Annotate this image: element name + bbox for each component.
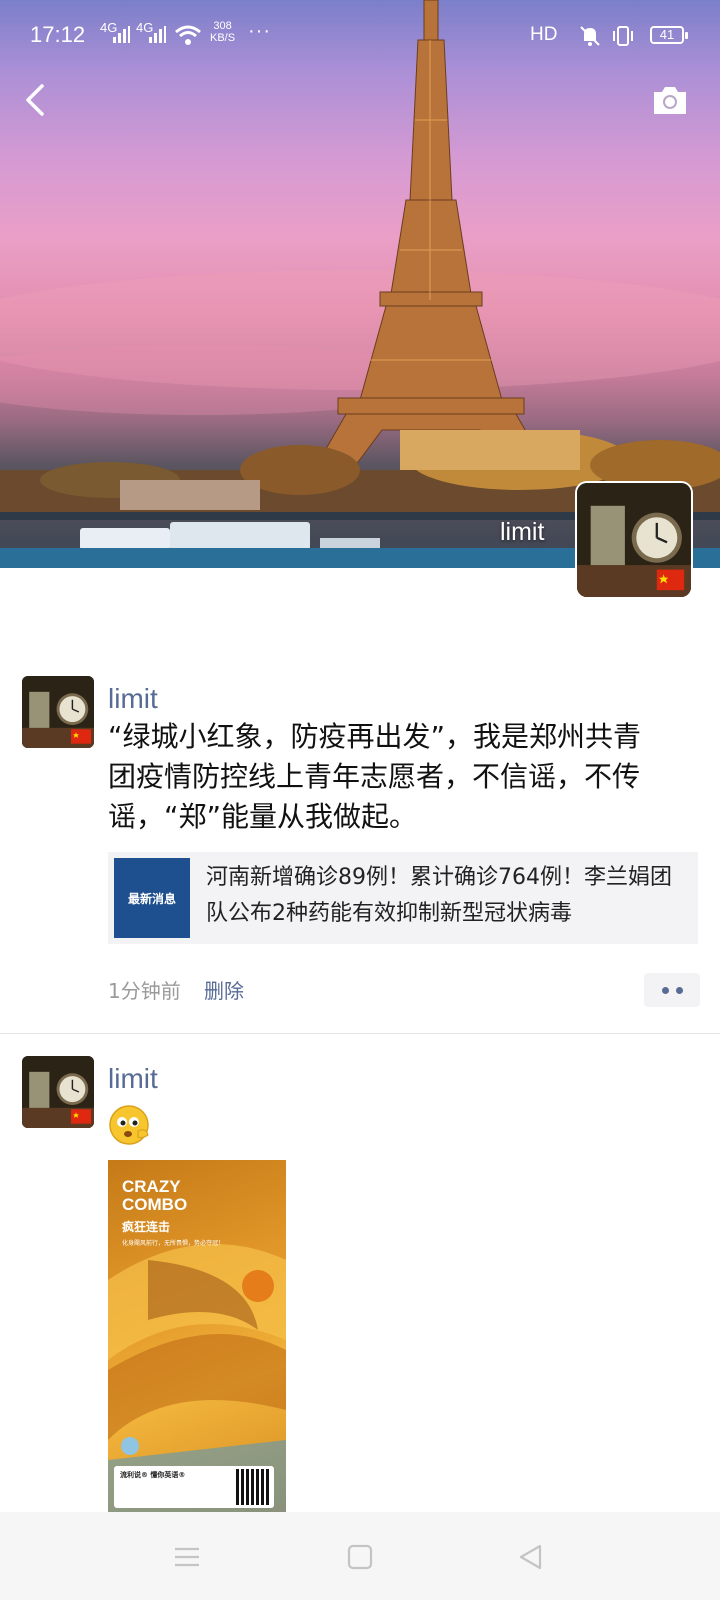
vibrate-icon [613, 26, 633, 46]
system-nav-bar [0, 1512, 720, 1600]
menu-icon[interactable] [172, 1542, 202, 1572]
profile-avatar[interactable] [577, 483, 691, 597]
image-footer-text: 流利说® 懂你英语® [120, 1471, 186, 1479]
dot-icon [675, 986, 683, 994]
shared-link-card[interactable]: 最新消息 河南新增确诊89例！累计确诊764例！李兰娟团队公布2种药能有效抑制新… [108, 852, 698, 944]
delete-button[interactable]: 删除 [204, 975, 244, 1004]
post-image[interactable]: CRAZY COMBO 疯狂连击 化身飓风前行，无所畏惧，势必夺冠！ 流利说® … [108, 1160, 286, 1512]
battery-icon: 41 [650, 26, 688, 44]
status-time: 17:12 [30, 22, 86, 47]
image-title-line: CRAZY [122, 1177, 181, 1196]
more-notifications-icon: ··· [248, 20, 271, 42]
square-home-icon[interactable] [345, 1542, 375, 1572]
link-title: 河南新增确诊89例！累计确诊764例！李兰娟团队公布2种药能有效抑制新型冠状病毒 [206, 865, 672, 926]
image-subtitle: 疯狂连击 [122, 1220, 171, 1234]
post-avatar[interactable] [22, 676, 94, 748]
image-title: CRAZY COMBO [122, 1178, 187, 1214]
post-timestamp: 1分钟前 [108, 979, 181, 1003]
triangle-back-icon[interactable] [516, 1542, 546, 1572]
post-text: “绿城小红象，防疫再出发”，我是郑州共青团疫情防控线上青年志愿者，不信谣，不传谣… [108, 720, 642, 833]
image-footer-card: 流利说® 懂你英语® [114, 1466, 274, 1508]
battery-level: 41 [659, 27, 675, 42]
clock-avatar-image [577, 483, 691, 597]
wifi-icon [175, 25, 201, 45]
chevron-left-icon [26, 84, 44, 116]
status-bar: 17:12 4G 4G 308 KB/S ··· HD 41 [0, 14, 720, 58]
dot-icon [661, 986, 669, 994]
profile-name: limit [500, 518, 545, 546]
signal-bars-icon [113, 26, 130, 43]
camera-icon [654, 87, 686, 114]
image-title-line: COMBO [122, 1195, 188, 1214]
signal-bars-icon [149, 26, 166, 43]
post-avatar[interactable] [22, 1056, 94, 1128]
mute-bell-icon [580, 26, 600, 46]
more-actions-button[interactable] [644, 973, 700, 1007]
post-author[interactable]: limit [108, 683, 158, 715]
qr-code-icon [236, 1469, 270, 1505]
camera-button[interactable] [648, 80, 692, 120]
network-speed-unit: KB/S [210, 32, 236, 44]
network-speed: 308 KB/S [210, 20, 235, 44]
clock-avatar-image [22, 1056, 94, 1128]
back-button[interactable] [18, 78, 58, 122]
link-thumbnail: 最新消息 [114, 858, 190, 938]
clock-avatar-image [22, 676, 94, 748]
post-divider [0, 1033, 720, 1034]
image-tagline: 化身飓风前行，无所畏惧，势必夺冠！ [122, 1240, 225, 1247]
hd-voice-icon: HD [530, 24, 558, 45]
link-thumbnail-label: 最新消息 [127, 891, 176, 906]
emoji-face-icon [109, 1105, 149, 1145]
network-speed-value: 308 [213, 20, 232, 32]
post-author[interactable]: limit [108, 1063, 158, 1095]
